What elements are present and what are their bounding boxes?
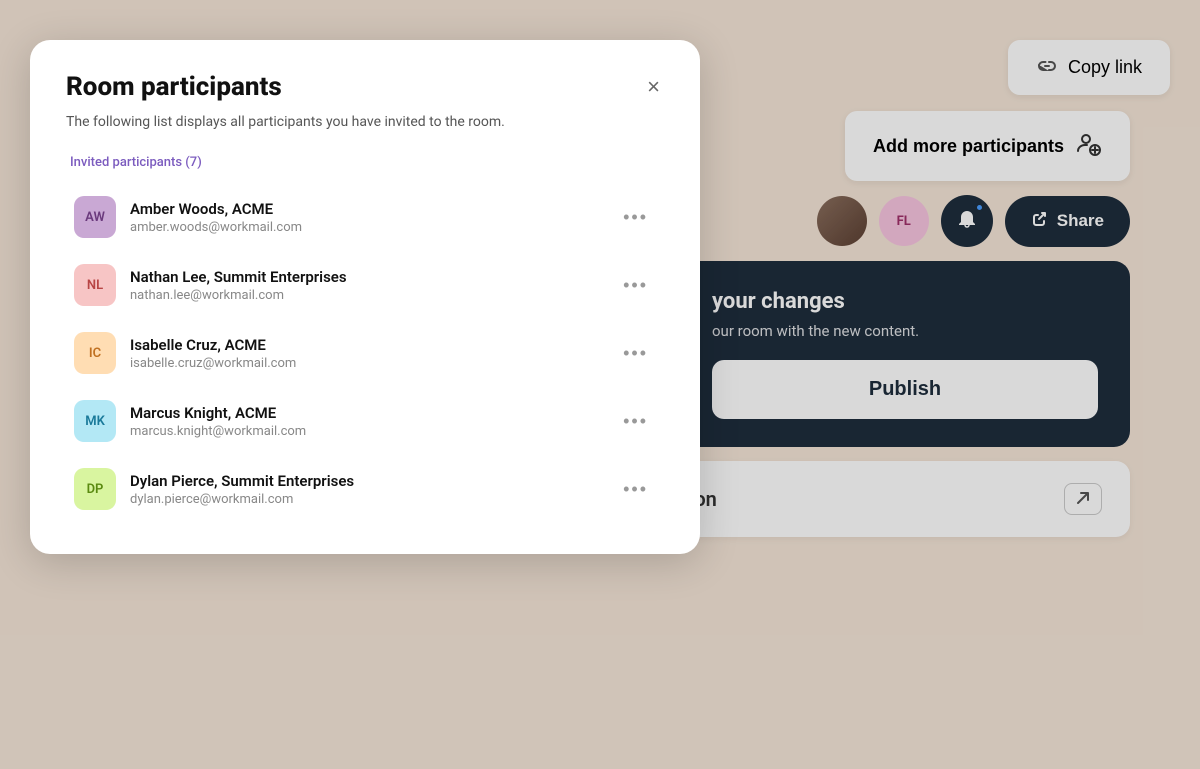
list-item: DP Dylan Pierce, Summit Enterprises dyla… xyxy=(66,456,664,522)
modal-title: Room participants xyxy=(66,72,282,102)
list-item: IC Isabelle Cruz, ACME isabelle.cruz@wor… xyxy=(66,320,664,386)
participant-info: Amber Woods, ACME amber.woods@workmail.c… xyxy=(130,200,601,235)
participant-name: Dylan Pierce, Summit Enterprises xyxy=(130,472,601,490)
participant-info: Isabelle Cruz, ACME isabelle.cruz@workma… xyxy=(130,336,601,371)
close-modal-button[interactable]: × xyxy=(643,72,664,102)
participant-avatar: IC xyxy=(74,332,116,374)
modal-description: The following list displays all particip… xyxy=(66,112,664,133)
participant-avatar: DP xyxy=(74,468,116,510)
participant-name: Isabelle Cruz, ACME xyxy=(130,336,601,354)
participant-more-button[interactable]: ••• xyxy=(615,271,656,300)
participant-email: isabelle.cruz@workmail.com xyxy=(130,356,601,371)
room-participants-modal: Room participants × The following list d… xyxy=(30,40,700,554)
participant-email: nathan.lee@workmail.com xyxy=(130,288,601,303)
participant-more-button[interactable]: ••• xyxy=(615,339,656,368)
participant-avatar: AW xyxy=(74,196,116,238)
participant-email: amber.woods@workmail.com xyxy=(130,220,601,235)
participant-email: dylan.pierce@workmail.com xyxy=(130,492,601,507)
participant-more-button[interactable]: ••• xyxy=(615,203,656,232)
modal-header: Room participants × xyxy=(66,72,664,102)
section-label: Invited participants (7) xyxy=(66,155,664,170)
list-item: NL Nathan Lee, Summit Enterprises nathan… xyxy=(66,252,664,318)
list-item: MK Marcus Knight, ACME marcus.knight@wor… xyxy=(66,388,664,454)
participant-avatar: MK xyxy=(74,400,116,442)
participant-name: Nathan Lee, Summit Enterprises xyxy=(130,268,601,286)
participant-info: Marcus Knight, ACME marcus.knight@workma… xyxy=(130,404,601,439)
participant-info: Nathan Lee, Summit Enterprises nathan.le… xyxy=(130,268,601,303)
participant-list: AW Amber Woods, ACME amber.woods@workmai… xyxy=(66,184,664,522)
participant-more-button[interactable]: ••• xyxy=(615,475,656,504)
participant-more-button[interactable]: ••• xyxy=(615,407,656,436)
participant-name: Amber Woods, ACME xyxy=(130,200,601,218)
participant-avatar: NL xyxy=(74,264,116,306)
participant-info: Dylan Pierce, Summit Enterprises dylan.p… xyxy=(130,472,601,507)
list-item: AW Amber Woods, ACME amber.woods@workmai… xyxy=(66,184,664,250)
participant-name: Marcus Knight, ACME xyxy=(130,404,601,422)
participant-email: marcus.knight@workmail.com xyxy=(130,424,601,439)
